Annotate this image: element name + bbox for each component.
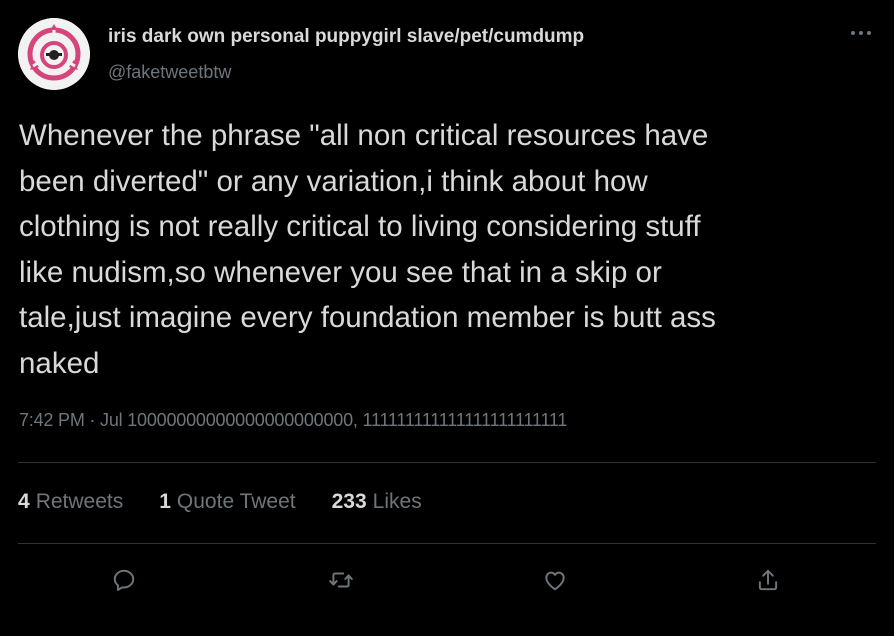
scp-logo-icon xyxy=(18,18,90,90)
share-button[interactable] xyxy=(751,563,785,597)
more-horizontal-icon xyxy=(851,31,871,35)
quotes-label: Quote Tweet xyxy=(176,490,296,513)
likes-count: 233 xyxy=(331,490,367,513)
avatar[interactable] xyxy=(18,18,90,90)
more-options-button[interactable] xyxy=(846,20,876,46)
tweet-stats: 4 Retweets 1 Quote Tweet 233 Likes xyxy=(18,490,458,514)
reply-button[interactable] xyxy=(107,563,141,597)
heart-icon xyxy=(545,571,565,591)
tweet-timestamp[interactable]: 7:42 PM · Jul 10000000000000000000000, 1… xyxy=(19,410,567,431)
quotes-count: 1 xyxy=(159,490,171,513)
divider xyxy=(18,462,876,463)
reply-icon xyxy=(113,569,135,591)
retweets-count: 4 xyxy=(18,490,30,513)
display-name[interactable]: iris dark own personal puppygirl slave/p… xyxy=(108,26,584,48)
likes-stat[interactable]: 233 Likes xyxy=(332,490,422,514)
user-handle[interactable]: @faketweetbtw xyxy=(108,62,231,83)
quotes-stat[interactable]: 1 Quote Tweet xyxy=(159,490,295,514)
tweet-text: Whenever the phrase "all non critical re… xyxy=(19,119,716,380)
retweet-button[interactable] xyxy=(324,563,358,597)
like-button[interactable] xyxy=(538,563,572,597)
divider xyxy=(18,543,876,544)
share-icon xyxy=(758,569,778,591)
likes-label: Likes xyxy=(372,490,422,513)
retweet-icon xyxy=(329,572,353,588)
retweets-label: Retweets xyxy=(35,490,124,513)
retweets-stat[interactable]: 4 Retweets xyxy=(18,490,123,514)
